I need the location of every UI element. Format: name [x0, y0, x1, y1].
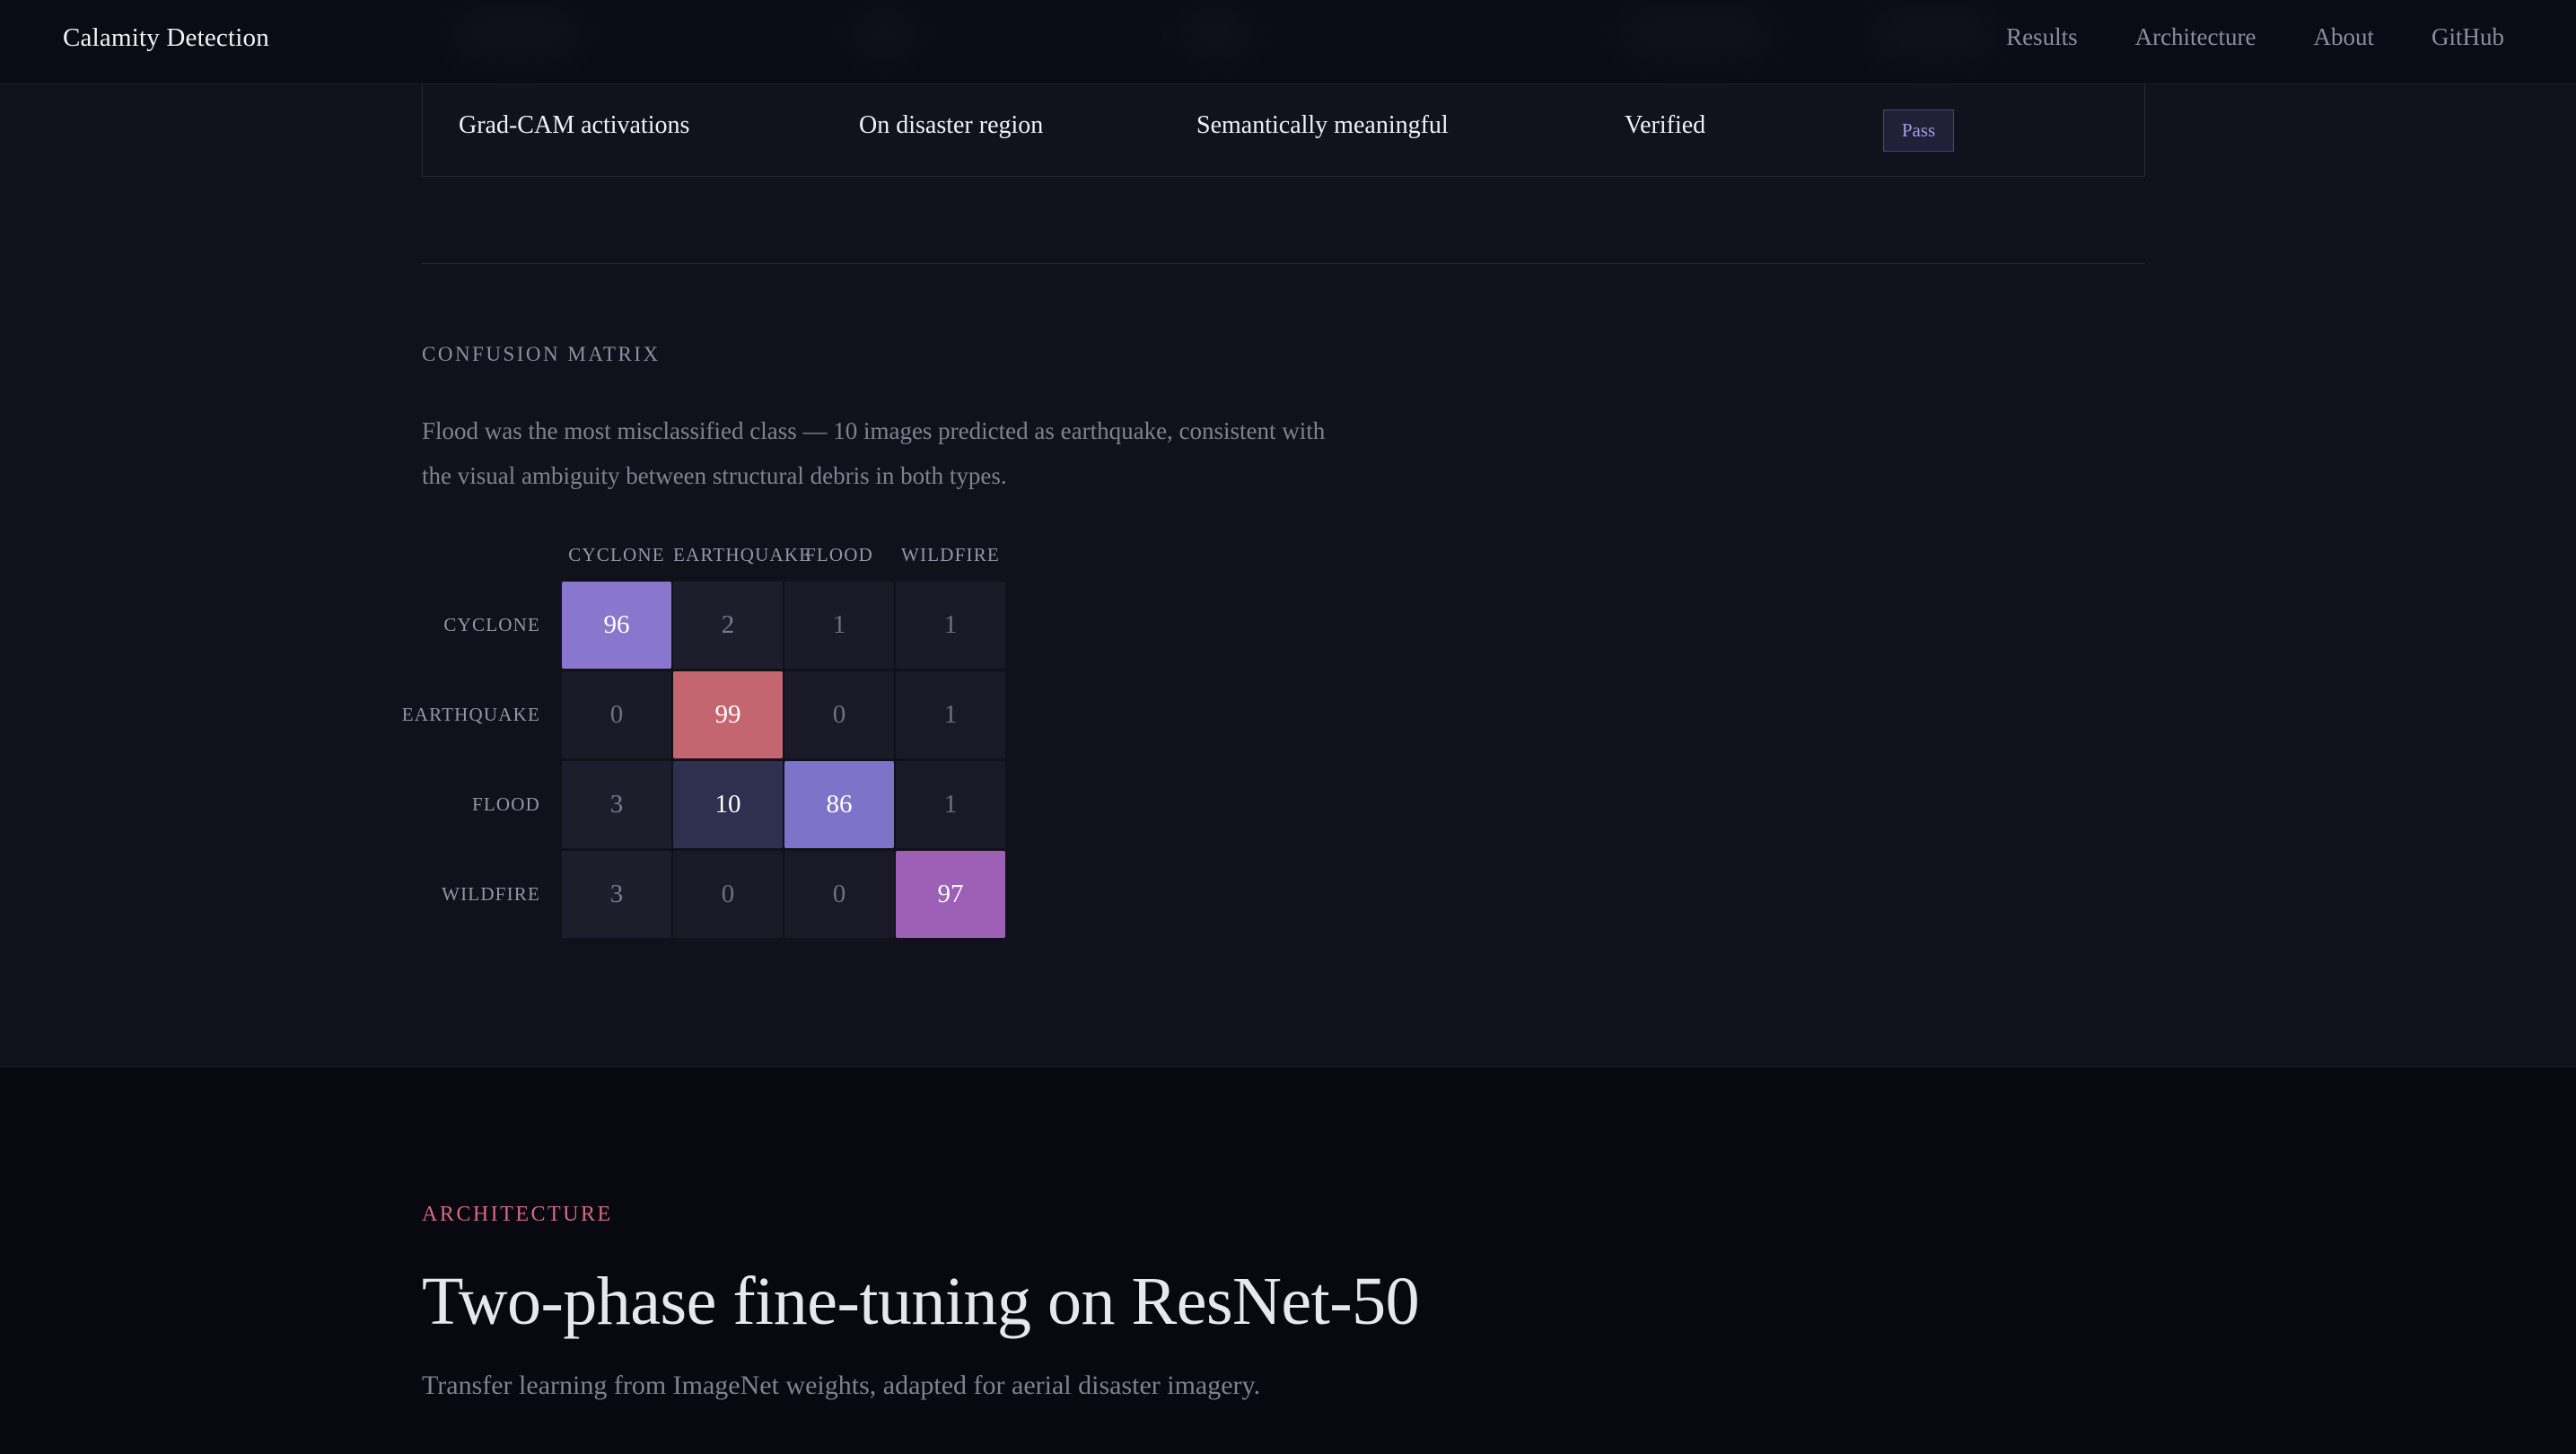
- column-header: FLOOD: [804, 544, 873, 565]
- matrix-cell: 1: [784, 582, 894, 669]
- matrix-cell: 96: [562, 582, 671, 669]
- row-header: EARTHQUAKE: [401, 704, 540, 725]
- nav-link-results[interactable]: Results: [2006, 23, 2078, 51]
- top-navbar: Calamity Detection Results Architecture …: [0, 0, 2576, 84]
- matrix-cell: 2: [673, 582, 783, 669]
- matrix-cell: 1: [896, 582, 1005, 669]
- matrix-cell: 0: [784, 671, 894, 758]
- section-divider: [422, 263, 2145, 264]
- matrix-cell: 0: [562, 671, 671, 758]
- confusion-matrix-label: CONFUSION MATRIX: [422, 343, 661, 365]
- column-header: WILDFIRE: [901, 544, 1000, 565]
- matrix-cell: 97: [896, 851, 1005, 938]
- expected-cell: On disaster region: [859, 111, 1044, 139]
- status-cell: Verified: [1625, 111, 1706, 139]
- nav-link-architecture[interactable]: Architecture: [2135, 23, 2256, 51]
- nav-link-github[interactable]: GitHub: [2431, 23, 2504, 51]
- column-header: EARTHQUAKE: [673, 544, 812, 565]
- page: Grad-CAM activations On disaster region …: [0, 0, 2576, 1454]
- row-header: WILDFIRE: [442, 883, 540, 905]
- matrix-cell: 3: [562, 851, 671, 938]
- nav-links: Results Architecture About GitHub: [2006, 23, 2504, 51]
- matrix-cell: 10: [673, 761, 783, 848]
- matrix-cell: 99: [673, 671, 783, 758]
- confusion-matrix-description: Flood was the most misclassified class —…: [422, 417, 1326, 489]
- matrix-cell: 3: [562, 761, 671, 848]
- matrix-cell: 0: [673, 851, 783, 938]
- matrix-cell: 0: [784, 851, 894, 938]
- architecture-label: ARCHITECTURE: [422, 1203, 613, 1226]
- architecture-section: ARCHITECTURE Two-phase fine-tuning on Re…: [0, 1066, 2576, 1454]
- check-cell: Grad-CAM activations: [459, 111, 690, 139]
- row-header: FLOOD: [471, 793, 540, 815]
- architecture-subtitle: Transfer learning from ImageNet weights,…: [422, 1371, 1261, 1400]
- observed-cell: Semantically meaningful: [1196, 111, 1449, 139]
- column-header: CYCLONE: [568, 544, 665, 565]
- row-header: CYCLONE: [443, 614, 540, 635]
- matrix-cell: 1: [896, 761, 1005, 848]
- nav-link-about[interactable]: About: [2314, 23, 2375, 51]
- matrix-cell: 86: [784, 761, 894, 848]
- status-badge: Pass: [1883, 109, 1954, 152]
- matrix-cell: 1: [896, 671, 1005, 758]
- brand-logo-text[interactable]: Calamity Detection: [63, 23, 269, 53]
- architecture-title: Two-phase fine-tuning on ResNet-50: [422, 1264, 1420, 1339]
